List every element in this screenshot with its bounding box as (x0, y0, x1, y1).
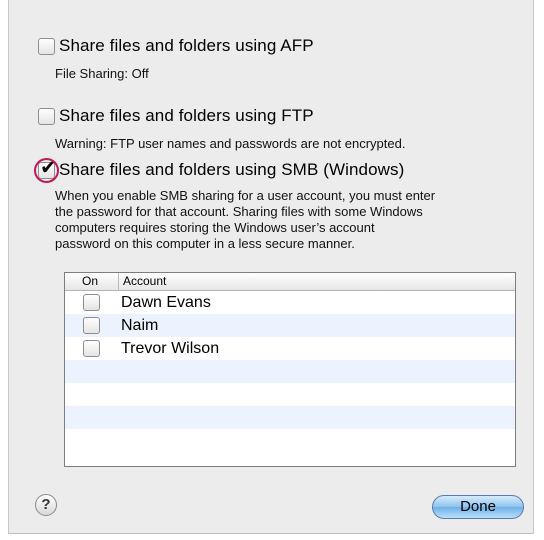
smb-description-line: the password for that account. Sharing f… (55, 204, 423, 219)
ftp-label: Share files and folders using FTP (59, 106, 314, 125)
empty-table-row (65, 383, 515, 406)
smb-label: Share files and folders using SMB (Windo… (59, 160, 405, 179)
column-header-on[interactable]: On (65, 273, 119, 290)
afp-option[interactable]: Share files and folders using AFP (38, 36, 314, 56)
empty-table-row (65, 360, 515, 383)
smb-description: When you enable SMB sharing for a user a… (55, 188, 515, 252)
empty-table-row (65, 406, 515, 429)
table-row[interactable]: Trevor Wilson (65, 337, 515, 360)
afp-status-note: File Sharing: Off (55, 66, 149, 81)
smb-description-line: password on this computer in a less secu… (55, 236, 355, 251)
account-on-checkbox[interactable] (83, 294, 100, 311)
account-on-checkbox[interactable] (83, 317, 100, 334)
afp-checkbox[interactable] (38, 37, 55, 55)
account-name: Dawn Evans (121, 293, 211, 311)
smb-option[interactable]: ✔ Share files and folders using SMB (Win… (34, 157, 405, 183)
file-sharing-options-sheet: Share files and folders using AFP File S… (8, 0, 534, 534)
empty-table-row (65, 429, 515, 452)
account-name: Naim (121, 316, 159, 334)
table-row[interactable]: Naim (65, 314, 515, 337)
table-header: On Account (65, 273, 515, 291)
smb-description-line: When you enable SMB sharing for a user a… (55, 188, 436, 203)
smb-checkbox[interactable]: ✔ (34, 157, 59, 183)
afp-label: Share files and folders using AFP (59, 36, 314, 55)
account-name: Trevor Wilson (121, 339, 220, 357)
smb-description-line: computers requires storing the Windows u… (55, 220, 375, 235)
table-row[interactable]: Dawn Evans (65, 291, 515, 314)
smb-accounts-table: On Account Dawn Evans Naim Trevor Wilson (64, 272, 516, 467)
column-header-account[interactable]: Account (119, 273, 166, 290)
account-on-checkbox[interactable] (83, 340, 100, 357)
highlight-ring (34, 157, 59, 183)
help-button[interactable]: ? (35, 494, 57, 516)
ftp-option[interactable]: Share files and folders using FTP (38, 106, 314, 126)
done-button[interactable]: Done (432, 495, 524, 519)
ftp-checkbox[interactable] (38, 107, 55, 125)
ftp-warning-note: Warning: FTP user names and passwords ar… (55, 136, 406, 151)
